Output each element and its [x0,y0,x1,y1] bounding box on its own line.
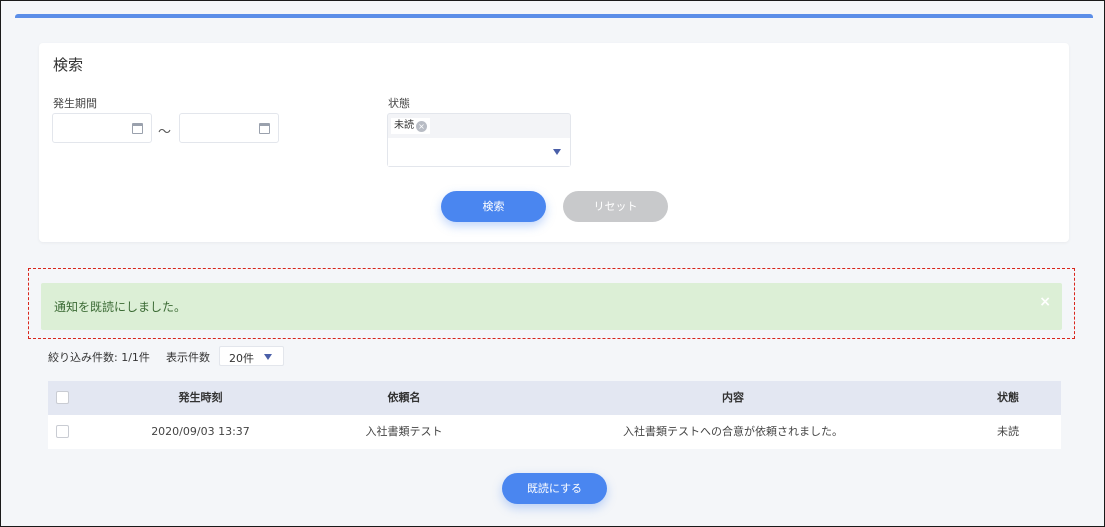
alert-highlight-frame: 通知を既読にしました。 × [28,268,1075,339]
header-request-name[interactable]: 依頼名 [304,381,504,415]
search-panel-title: 検索 [53,56,84,74]
success-alert: 通知を既読にしました。 × [41,283,1062,330]
cell-content: 入社書類テストへの合意が依頼されました。 [623,425,843,438]
cell-occurred-at: 2020/09/03 13:37 [151,425,250,438]
range-separator: ～ [158,125,172,140]
row-checkbox[interactable] [56,425,69,438]
status-input-area[interactable] [388,138,570,166]
chevron-down-icon[interactable] [553,149,561,155]
header-status[interactable]: 状態 [963,381,1053,415]
alert-message: 通知を既読にしました。 [54,300,187,314]
cell-status: 未読 [997,425,1019,438]
period-label: 発生期間 [53,97,97,110]
date-to-input[interactable] [179,113,279,143]
search-panel: 検索 発生期間 ～ 状態 未読 × 検索 リセット [39,43,1069,242]
notification-table: 発生時刻 依頼名 内容 状態 2020/09/03 13:37 入社書類テスト … [48,381,1061,449]
calendar-icon[interactable] [259,123,270,134]
close-icon[interactable]: × [1039,294,1051,310]
page-size-label: 表示件数 [166,351,210,364]
calendar-icon[interactable] [132,123,143,134]
close-icon[interactable]: × [416,121,427,132]
cell-request-name: 入社書類テスト [365,425,443,438]
app-frame: 検索 発生期間 ～ 状態 未読 × 検索 リセット 通知を既読にしました。 × 絞… [0,0,1105,527]
page-size-select[interactable]: 20件 [219,346,284,366]
date-from-input[interactable] [52,113,152,143]
table-row[interactable]: 2020/09/03 13:37 入社書類テスト 入社書類テストへの合意が依頼さ… [48,415,1061,449]
header-occurred-at[interactable]: 発生時刻 [108,381,293,415]
table-header: 発生時刻 依頼名 内容 状態 [48,381,1061,415]
select-all-checkbox[interactable] [56,391,69,404]
chevron-down-icon[interactable] [264,354,272,360]
header-content[interactable]: 内容 [528,381,938,415]
status-multiselect[interactable]: 未読 × [387,113,571,167]
reset-button[interactable]: リセット [563,191,668,222]
status-tag-label: 未読 [394,120,414,131]
status-label: 状態 [388,97,410,110]
page-size-value: 20件 [229,352,254,365]
top-accent-bar [15,14,1093,18]
status-tag-unread: 未読 × [391,118,430,134]
filter-count: 絞り込み件数: 1/1件 [48,351,150,364]
search-button[interactable]: 検索 [441,191,546,222]
mark-read-button[interactable]: 既読にする [502,473,607,504]
